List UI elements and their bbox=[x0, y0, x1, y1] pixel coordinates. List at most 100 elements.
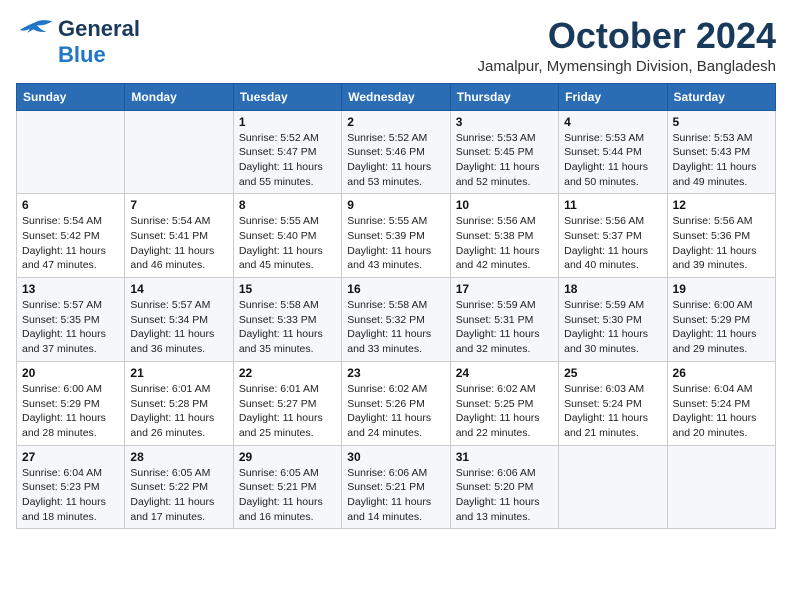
calendar-cell: 26 Sunrise: 6:04 AM Sunset: 5:24 PM Dayli… bbox=[667, 361, 775, 445]
calendar-cell: 5 Sunrise: 5:53 AM Sunset: 5:43 PM Daylig… bbox=[667, 110, 775, 194]
calendar-cell: 3 Sunrise: 5:53 AM Sunset: 5:45 PM Daylig… bbox=[450, 110, 558, 194]
day-number: 31 bbox=[456, 450, 553, 464]
calendar-location: Jamalpur, Mymensingh Division, Banglades… bbox=[478, 58, 776, 75]
calendar-cell: 28Sunrise: 6:05 AM Sunset: 5:22 PM Dayli… bbox=[125, 445, 233, 529]
day-info: Sunrise: 6:01 AM Sunset: 5:28 PM Dayligh… bbox=[130, 382, 227, 441]
day-info: Sunrise: 5:52 AM Sunset: 5:47 PM Dayligh… bbox=[239, 131, 336, 190]
calendar-cell: 23 Sunrise: 6:02 AM Sunset: 5:26 PM Dayli… bbox=[342, 361, 450, 445]
day-info: Sunrise: 5:53 AM Sunset: 5:45 PM Dayligh… bbox=[456, 131, 553, 190]
calendar-cell bbox=[559, 445, 667, 529]
day-info: Sunrise: 5:56 AM Sunset: 5:36 PM Dayligh… bbox=[673, 214, 770, 273]
day-info: Sunrise: 5:55 AM Sunset: 5:40 PM Dayligh… bbox=[239, 214, 336, 273]
calendar-cell: 2 Sunrise: 5:52 AM Sunset: 5:46 PM Daylig… bbox=[342, 110, 450, 194]
weekday-header-sunday: Sunday bbox=[17, 83, 125, 110]
day-number: 11 bbox=[564, 198, 661, 212]
day-info: Sunrise: 6:04 AM Sunset: 5:24 PM Dayligh… bbox=[673, 382, 770, 441]
day-number: 14 bbox=[130, 282, 227, 296]
calendar-cell: 22 Sunrise: 6:01 AM Sunset: 5:27 PM Dayli… bbox=[233, 361, 341, 445]
day-number: 26 bbox=[673, 366, 770, 380]
calendar-cell: 8Sunrise: 5:55 AM Sunset: 5:40 PM Daylig… bbox=[233, 194, 341, 278]
day-info: Sunrise: 5:54 AM Sunset: 5:41 PM Dayligh… bbox=[130, 214, 227, 273]
day-number: 2 bbox=[347, 115, 444, 129]
day-number: 13 bbox=[22, 282, 119, 296]
logo-general: General bbox=[58, 16, 140, 42]
calendar-cell: 19Sunrise: 6:00 AM Sunset: 5:29 PM Dayli… bbox=[667, 278, 775, 362]
calendar-cell: 24 Sunrise: 6:02 AM Sunset: 5:25 PM Dayli… bbox=[450, 361, 558, 445]
day-info: Sunrise: 6:01 AM Sunset: 5:27 PM Dayligh… bbox=[239, 382, 336, 441]
day-number: 20 bbox=[22, 366, 119, 380]
calendar-cell bbox=[667, 445, 775, 529]
day-info: Sunrise: 5:59 AM Sunset: 5:30 PM Dayligh… bbox=[564, 298, 661, 357]
day-info: Sunrise: 5:54 AM Sunset: 5:42 PM Dayligh… bbox=[22, 214, 119, 273]
day-info: Sunrise: 5:59 AM Sunset: 5:31 PM Dayligh… bbox=[456, 298, 553, 357]
calendar-cell: 31 Sunrise: 6:06 AM Sunset: 5:20 PM Dayli… bbox=[450, 445, 558, 529]
day-number: 17 bbox=[456, 282, 553, 296]
day-number: 29 bbox=[239, 450, 336, 464]
calendar-cell: 15Sunrise: 5:58 AM Sunset: 5:33 PM Dayli… bbox=[233, 278, 341, 362]
calendar-cell bbox=[17, 110, 125, 194]
day-info: Sunrise: 5:56 AM Sunset: 5:38 PM Dayligh… bbox=[456, 214, 553, 273]
calendar-week-1: 1 Sunrise: 5:52 AM Sunset: 5:47 PM Daylig… bbox=[17, 110, 776, 194]
day-number: 5 bbox=[673, 115, 770, 129]
day-info: Sunrise: 6:06 AM Sunset: 5:20 PM Dayligh… bbox=[456, 466, 553, 525]
day-number: 1 bbox=[239, 115, 336, 129]
calendar-cell: 29 Sunrise: 6:05 AM Sunset: 5:21 PM Dayli… bbox=[233, 445, 341, 529]
day-info: Sunrise: 6:04 AM Sunset: 5:23 PM Dayligh… bbox=[22, 466, 119, 525]
day-info: Sunrise: 6:05 AM Sunset: 5:21 PM Dayligh… bbox=[239, 466, 336, 525]
title-block: October 2024 Jamalpur, Mymensingh Divisi… bbox=[478, 16, 776, 75]
day-info: Sunrise: 5:58 AM Sunset: 5:33 PM Dayligh… bbox=[239, 298, 336, 357]
calendar-cell: 27 Sunrise: 6:04 AM Sunset: 5:23 PM Dayli… bbox=[17, 445, 125, 529]
day-number: 28 bbox=[130, 450, 227, 464]
day-number: 30 bbox=[347, 450, 444, 464]
calendar-body: 1 Sunrise: 5:52 AM Sunset: 5:47 PM Daylig… bbox=[17, 110, 776, 529]
day-info: Sunrise: 6:02 AM Sunset: 5:25 PM Dayligh… bbox=[456, 382, 553, 441]
day-number: 12 bbox=[673, 198, 770, 212]
day-number: 18 bbox=[564, 282, 661, 296]
calendar-cell: 21Sunrise: 6:01 AM Sunset: 5:28 PM Dayli… bbox=[125, 361, 233, 445]
day-number: 3 bbox=[456, 115, 553, 129]
weekday-header-saturday: Saturday bbox=[667, 83, 775, 110]
calendar-cell: 14 Sunrise: 5:57 AM Sunset: 5:34 PM Dayli… bbox=[125, 278, 233, 362]
calendar-cell: 30 Sunrise: 6:06 AM Sunset: 5:21 PM Dayli… bbox=[342, 445, 450, 529]
day-info: Sunrise: 5:57 AM Sunset: 5:34 PM Dayligh… bbox=[130, 298, 227, 357]
day-number: 27 bbox=[22, 450, 119, 464]
calendar-cell: 1 Sunrise: 5:52 AM Sunset: 5:47 PM Daylig… bbox=[233, 110, 341, 194]
weekday-header-tuesday: Tuesday bbox=[233, 83, 341, 110]
day-info: Sunrise: 5:52 AM Sunset: 5:46 PM Dayligh… bbox=[347, 131, 444, 190]
day-info: Sunrise: 6:00 AM Sunset: 5:29 PM Dayligh… bbox=[22, 382, 119, 441]
calendar-week-4: 20 Sunrise: 6:00 AM Sunset: 5:29 PM Dayli… bbox=[17, 361, 776, 445]
calendar-cell: 11 Sunrise: 5:56 AM Sunset: 5:37 PM Dayli… bbox=[559, 194, 667, 278]
day-number: 23 bbox=[347, 366, 444, 380]
day-info: Sunrise: 6:06 AM Sunset: 5:21 PM Dayligh… bbox=[347, 466, 444, 525]
calendar-cell: 10 Sunrise: 5:56 AM Sunset: 5:38 PM Dayli… bbox=[450, 194, 558, 278]
day-number: 22 bbox=[239, 366, 336, 380]
calendar-table: SundayMondayTuesdayWednesdayThursdayFrid… bbox=[16, 83, 776, 530]
calendar-header: SundayMondayTuesdayWednesdayThursdayFrid… bbox=[17, 83, 776, 110]
day-number: 16 bbox=[347, 282, 444, 296]
day-number: 10 bbox=[456, 198, 553, 212]
calendar-cell bbox=[125, 110, 233, 194]
logo: General Blue bbox=[16, 16, 140, 68]
weekday-header-wednesday: Wednesday bbox=[342, 83, 450, 110]
day-info: Sunrise: 6:02 AM Sunset: 5:26 PM Dayligh… bbox=[347, 382, 444, 441]
day-number: 24 bbox=[456, 366, 553, 380]
calendar-cell: 4Sunrise: 5:53 AM Sunset: 5:44 PM Daylig… bbox=[559, 110, 667, 194]
day-info: Sunrise: 5:56 AM Sunset: 5:37 PM Dayligh… bbox=[564, 214, 661, 273]
calendar-cell: 9Sunrise: 5:55 AM Sunset: 5:39 PM Daylig… bbox=[342, 194, 450, 278]
calendar-cell: 16Sunrise: 5:58 AM Sunset: 5:32 PM Dayli… bbox=[342, 278, 450, 362]
day-info: Sunrise: 5:53 AM Sunset: 5:43 PM Dayligh… bbox=[673, 131, 770, 190]
logo-blue: Blue bbox=[58, 42, 106, 68]
calendar-title: October 2024 bbox=[478, 16, 776, 56]
weekday-header-thursday: Thursday bbox=[450, 83, 558, 110]
day-info: Sunrise: 5:53 AM Sunset: 5:44 PM Dayligh… bbox=[564, 131, 661, 190]
day-number: 7 bbox=[130, 198, 227, 212]
calendar-cell: 12 Sunrise: 5:56 AM Sunset: 5:36 PM Dayli… bbox=[667, 194, 775, 278]
calendar-cell: 6Sunrise: 5:54 AM Sunset: 5:42 PM Daylig… bbox=[17, 194, 125, 278]
calendar-week-3: 13Sunrise: 5:57 AM Sunset: 5:35 PM Dayli… bbox=[17, 278, 776, 362]
weekday-header-monday: Monday bbox=[125, 83, 233, 110]
calendar-cell: 7 Sunrise: 5:54 AM Sunset: 5:41 PM Daylig… bbox=[125, 194, 233, 278]
calendar-cell: 13Sunrise: 5:57 AM Sunset: 5:35 PM Dayli… bbox=[17, 278, 125, 362]
day-number: 25 bbox=[564, 366, 661, 380]
logo-bird-icon bbox=[16, 18, 54, 40]
day-info: Sunrise: 5:55 AM Sunset: 5:39 PM Dayligh… bbox=[347, 214, 444, 273]
